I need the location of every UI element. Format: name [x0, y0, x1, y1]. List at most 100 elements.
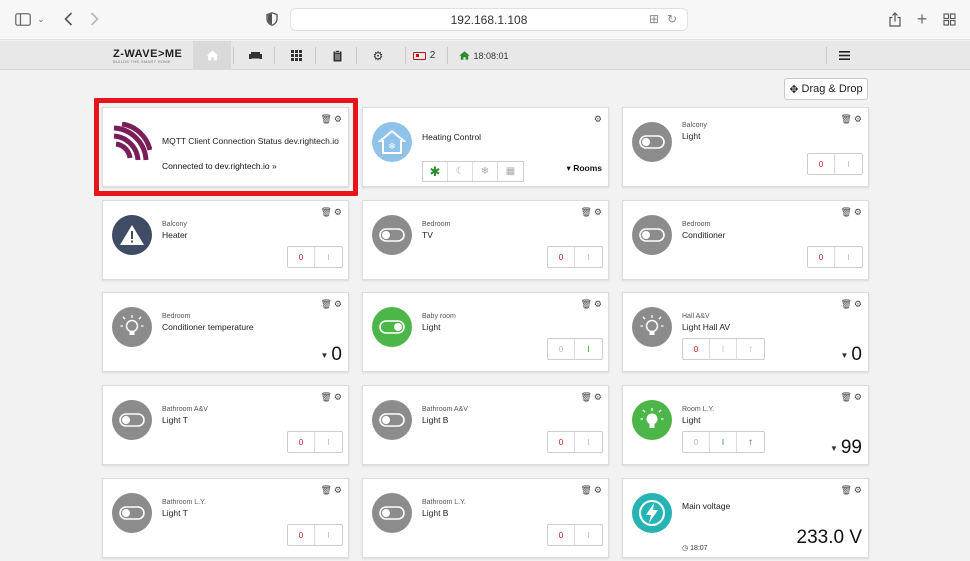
- widget-location: Balcony: [162, 221, 187, 228]
- off-button[interactable]: 0: [548, 525, 575, 545]
- gear-icon[interactable]: ⚙: [334, 299, 342, 310]
- gear-icon[interactable]: ⚙: [594, 485, 602, 496]
- on-button[interactable]: I: [575, 339, 602, 359]
- level-value[interactable]: ▼ 0: [321, 344, 343, 366]
- reload-icon[interactable]: ↻: [667, 12, 677, 26]
- gear-icon[interactable]: ⚙: [594, 299, 602, 310]
- off-button[interactable]: 0: [548, 339, 575, 359]
- on-button[interactable]: I: [710, 432, 737, 452]
- update-time: ◷ 18:07: [682, 544, 708, 552]
- off-button[interactable]: 0: [683, 432, 710, 452]
- trash-icon[interactable]: 🗑: [580, 392, 591, 403]
- widget-title: Heating Control: [422, 132, 482, 142]
- back-icon[interactable]: [60, 8, 76, 30]
- trash-icon[interactable]: 🗑: [840, 207, 851, 218]
- trash-icon[interactable]: 🗑: [320, 207, 331, 218]
- off-button[interactable]: 0: [548, 247, 575, 267]
- on-button[interactable]: I: [710, 339, 737, 359]
- widget-bedroom-conditioner: 🗑 ⚙ Bedroom Conditioner 0 I: [622, 200, 869, 280]
- gear-icon[interactable]: ⚙: [334, 392, 342, 403]
- lightning-icon: [632, 493, 672, 533]
- gear-icon[interactable]: ⚙: [594, 207, 602, 218]
- off-button[interactable]: 0: [288, 432, 315, 452]
- clock-icon: ◷: [682, 545, 689, 552]
- snowflake-icon[interactable]: ❄: [473, 162, 498, 181]
- off-button[interactable]: 0: [808, 247, 835, 267]
- on-button[interactable]: I: [575, 247, 602, 267]
- on-button[interactable]: I: [315, 525, 342, 545]
- gear-icon[interactable]: ⚙: [594, 392, 602, 403]
- drag-drop-button[interactable]: ✥ Drag & Drop: [784, 78, 868, 100]
- gear-icon[interactable]: ⚙: [854, 485, 862, 496]
- off-button[interactable]: 0: [808, 154, 835, 174]
- moon-icon[interactable]: ☾: [448, 162, 473, 181]
- switch-group: 0 I: [547, 338, 603, 360]
- trash-icon[interactable]: 🗑: [580, 485, 591, 496]
- bulb-icon: [632, 400, 672, 440]
- off-button[interactable]: 0: [548, 432, 575, 452]
- arrow-up-icon[interactable]: ↑: [737, 432, 764, 452]
- forward-icon[interactable]: [86, 8, 102, 30]
- gear-icon[interactable]: ⚙: [854, 392, 862, 403]
- rooms-dropdown[interactable]: ▾ Rooms: [567, 163, 602, 174]
- nav-settings[interactable]: ⚙: [363, 41, 393, 70]
- trash-icon[interactable]: 🗑: [320, 392, 331, 403]
- on-button[interactable]: I: [835, 247, 862, 267]
- gear-icon[interactable]: ⚙: [854, 299, 862, 310]
- app-logo[interactable]: Z-WAVE>ME BUILDS THE SMART HOME: [113, 48, 182, 64]
- nav-elements[interactable]: [281, 41, 311, 70]
- on-button[interactable]: I: [575, 525, 602, 545]
- on-button[interactable]: I: [315, 432, 342, 452]
- level-value[interactable]: ▼ 99: [830, 437, 862, 459]
- chevron-down-icon[interactable]: ⌄: [36, 8, 46, 30]
- nav-events[interactable]: [322, 41, 352, 70]
- trash-icon[interactable]: 🗑: [840, 485, 851, 496]
- toggle-icon: [112, 400, 152, 440]
- trash-icon[interactable]: 🗑: [320, 299, 331, 310]
- widget-bedroom-tv: 🗑 ⚙ Bedroom TV 0 I: [362, 200, 609, 280]
- toggle-icon: [372, 215, 412, 255]
- trash-icon[interactable]: 🗑: [840, 392, 851, 403]
- menu-button[interactable]: [836, 41, 852, 70]
- on-button[interactable]: I: [315, 247, 342, 267]
- off-button[interactable]: 0: [683, 339, 710, 359]
- toggle-icon: [112, 493, 152, 533]
- nav-battery[interactable]: 2: [412, 41, 436, 70]
- translate-icon[interactable]: ⊞: [649, 12, 659, 26]
- gear-icon[interactable]: ⚙: [334, 207, 342, 218]
- gear-icon[interactable]: ⚙: [594, 114, 602, 125]
- shield-icon[interactable]: [264, 8, 280, 30]
- level-value[interactable]: ▼ 0: [841, 344, 863, 366]
- calendar-icon[interactable]: ▦: [498, 162, 523, 181]
- tabs-icon[interactable]: [941, 8, 957, 30]
- trash-icon[interactable]: 🗑: [580, 207, 591, 218]
- nav-rooms[interactable]: [240, 41, 270, 70]
- widget-location: Bathroom L.Y.: [422, 499, 466, 506]
- switch-group: 0 I: [547, 431, 603, 453]
- address-bar[interactable]: 192.168.1.108 ⊞ ↻: [290, 8, 688, 31]
- gear-icon[interactable]: ⚙: [854, 114, 862, 125]
- on-button[interactable]: I: [835, 154, 862, 174]
- widget-location: Bedroom: [162, 313, 191, 320]
- arrow-up-icon[interactable]: ↑: [737, 339, 764, 359]
- plus-icon[interactable]: +: [914, 8, 930, 30]
- trash-icon[interactable]: 🗑: [840, 299, 851, 310]
- gear-icon[interactable]: ⚙: [334, 485, 342, 496]
- sidebar-icon[interactable]: [14, 8, 32, 30]
- trash-icon[interactable]: 🗑: [320, 485, 331, 496]
- move-icon: ✥: [789, 83, 799, 96]
- nav-home[interactable]: [193, 41, 231, 70]
- on-button[interactable]: I: [575, 432, 602, 452]
- gear-icon[interactable]: ⚙: [854, 207, 862, 218]
- share-icon[interactable]: [887, 8, 903, 30]
- off-button[interactable]: 0: [288, 525, 315, 545]
- level-number: 0: [851, 344, 862, 365]
- trash-icon[interactable]: 🗑: [840, 114, 851, 125]
- comfort-mode-icon[interactable]: ✱: [423, 162, 448, 181]
- off-button[interactable]: 0: [288, 247, 315, 267]
- grid-icon: [290, 50, 302, 61]
- trash-icon[interactable]: 🗑: [580, 299, 591, 310]
- clipboard-icon: [333, 49, 341, 61]
- widget-hall-light: 🗑 ⚙ Hall A&V Light Hall AV 0 I ↑ ▼ 0: [622, 292, 869, 372]
- widget-name: Light T: [162, 508, 188, 518]
